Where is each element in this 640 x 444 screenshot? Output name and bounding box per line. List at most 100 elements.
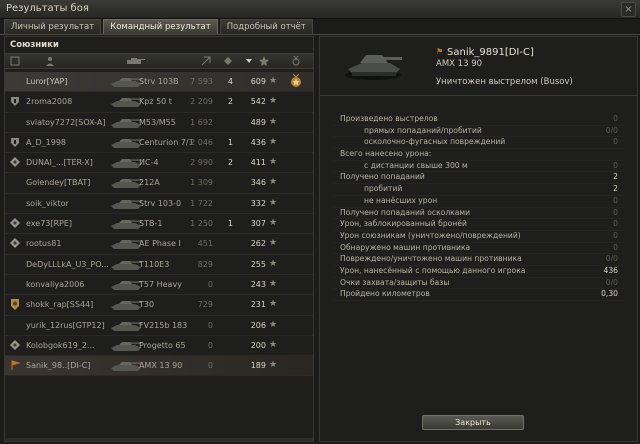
player-row[interactable]: Kolobgok619_2... Progetto 65 0 200 ★ bbox=[5, 336, 313, 357]
stat-label: Повреждено/уничтожено машин противника bbox=[340, 254, 522, 264]
stats-table: Произведено выстрелов 0 прямых попаданий/п… bbox=[334, 114, 624, 301]
damage-column-icon[interactable] bbox=[201, 56, 211, 66]
player-name: shokk_rap[SS44] bbox=[26, 300, 94, 310]
kills-column-icon[interactable] bbox=[223, 56, 233, 66]
stat-value: 0,30 bbox=[601, 289, 618, 299]
clan-emblem-icon bbox=[10, 339, 20, 350]
damage-value: 1 250 bbox=[190, 219, 213, 229]
kills-value: 2 bbox=[227, 97, 233, 107]
player-row[interactable]: DUNAI_...[TER-X] ИС-4 2 990 2 411 ★ bbox=[5, 153, 313, 174]
xp-value: 332 bbox=[250, 198, 266, 208]
xp-value: 542 bbox=[250, 97, 266, 107]
stat-label: Урон, нанесённый с помощью данного игрок… bbox=[340, 265, 526, 275]
star-icon: ★ bbox=[269, 76, 278, 86]
stat-row: Очки захвата/защиты базы 0/0 bbox=[334, 278, 624, 290]
stat-value: 436 bbox=[603, 265, 619, 275]
star-icon: ★ bbox=[269, 177, 278, 188]
star-icon: ★ bbox=[269, 360, 278, 371]
medal-icon[interactable] bbox=[289, 74, 303, 88]
medal-column-icon[interactable] bbox=[291, 56, 301, 66]
player-row[interactable]: Luror[YAP] Strv 103B 7 593 4 609 ★ bbox=[5, 72, 313, 93]
xp-value: 231 bbox=[250, 300, 266, 310]
player-row[interactable]: Sanik_98..[DI-C] AMX 13 90 0 189 ★ bbox=[5, 356, 313, 377]
stat-row: с дистанции свыше 300 м 0 bbox=[334, 161, 624, 173]
tab-2[interactable]: Подробный отчёт bbox=[219, 19, 313, 34]
stat-value: 0 bbox=[613, 195, 618, 205]
player-row[interactable]: 2roma2008 Kpz 50 t2 209 2 542 ★ bbox=[5, 92, 313, 113]
damage-value: 2 046 bbox=[190, 137, 213, 147]
tab-1[interactable]: Командный результат bbox=[103, 19, 218, 34]
stat-label: Получено попаданий осколками bbox=[340, 207, 471, 217]
tank-icon bbox=[111, 220, 142, 230]
stat-row: прямых попаданий/пробитий 0/0 bbox=[334, 126, 624, 138]
star-icon: ★ bbox=[269, 218, 278, 229]
player-row[interactable]: konvaliya2006 T57 Heavy 0 243 ★ bbox=[5, 275, 313, 296]
tank-icon bbox=[111, 260, 142, 270]
star-icon: ★ bbox=[269, 339, 278, 350]
nation-flag-icon bbox=[11, 360, 20, 371]
stat-row: Всего нанесено урона: bbox=[334, 149, 624, 161]
tank-icon bbox=[111, 301, 142, 311]
stat-value: 2 bbox=[613, 184, 618, 194]
stat-value: 0 bbox=[613, 137, 618, 147]
team-title: Союзники bbox=[10, 40, 59, 50]
stat-label: не нанёсших урон bbox=[364, 195, 438, 205]
player-row[interactable]: sviatoy7272[SOX-A] M53/M55 1 692 489 ★ bbox=[5, 113, 313, 133]
scrollbar-track[interactable] bbox=[5, 438, 313, 441]
tank-column-icon[interactable] bbox=[125, 56, 145, 66]
player-row[interactable]: Golendey[TBAT] 212A 1 309 346 ★ bbox=[5, 173, 313, 194]
squad-column-icon[interactable] bbox=[10, 56, 20, 66]
damage-value: 829 bbox=[197, 259, 213, 269]
xp-column-icon[interactable] bbox=[259, 56, 269, 66]
stat-label: Очки захвата/защиты базы bbox=[340, 277, 450, 287]
tank-icon bbox=[111, 240, 142, 250]
tab-divider bbox=[0, 34, 640, 35]
player-name: DeDyLLLkA_U3_PO... bbox=[26, 259, 109, 269]
player-row[interactable]: exe73[RPE] STB-1 1 250 1 307 ★ bbox=[5, 214, 313, 235]
window-close-icon[interactable]: × bbox=[621, 2, 636, 17]
tab-0[interactable]: Личный результат bbox=[4, 19, 102, 34]
player-row[interactable]: yurik_12rus[GTP12] FV215b 183 0 206 ★ bbox=[5, 316, 313, 336]
tank-icon bbox=[111, 199, 142, 209]
star-icon: ★ bbox=[269, 136, 278, 147]
player-column-icon[interactable] bbox=[45, 56, 55, 66]
team-panel: Союзники Luror[YAP] Strv 103B 7 593 4 609 ★ 2r… bbox=[4, 36, 314, 442]
stat-label: Всего нанесено урона: bbox=[340, 149, 432, 159]
player-row[interactable]: A_D_1998 Centurion 7/1 2 046 1 436 ★ bbox=[5, 133, 313, 154]
stat-row: Урон, заблокированный бронёй 0 bbox=[334, 219, 624, 231]
xp-value: 489 bbox=[250, 117, 266, 127]
xp-value: 262 bbox=[250, 239, 266, 249]
player-row[interactable]: DeDyLLLkA_U3_PO... T110E3 829 255 ★ bbox=[5, 255, 313, 275]
clan-emblem-icon bbox=[11, 299, 19, 311]
tank-icon bbox=[111, 78, 142, 87]
xp-value: 609 bbox=[250, 77, 266, 86]
damage-value: 0 bbox=[207, 340, 213, 350]
close-button[interactable]: Закрыть bbox=[422, 415, 524, 430]
sort-arrow-icon[interactable] bbox=[244, 56, 254, 66]
player-name: yurik_12rus[GTP12] bbox=[26, 320, 105, 330]
damage-value: 7 593 bbox=[190, 77, 213, 86]
player-row[interactable]: rootus81 AE Phase I 451 262 ★ bbox=[5, 234, 313, 255]
stat-value: 0/0 bbox=[605, 254, 618, 264]
player-name: 2roma2008 bbox=[26, 97, 73, 107]
stat-label: пробитий bbox=[364, 184, 403, 194]
stat-label: Получено попаданий bbox=[340, 172, 425, 182]
kills-value: 4 bbox=[227, 77, 233, 86]
player-row[interactable]: shokk_rap[SS44] T30 729 231 ★ bbox=[5, 295, 313, 316]
tank-icon bbox=[111, 159, 142, 169]
tab-bar: Личный результат Командный результат Подро… bbox=[4, 19, 315, 34]
damage-value: 1 692 bbox=[190, 117, 213, 127]
tank-icon bbox=[111, 179, 142, 189]
stat-row: Получено попаданий 2 bbox=[334, 172, 624, 185]
player-row[interactable]: soik_viktor Strv 103-0 1 722 332 ★ bbox=[5, 194, 313, 215]
stat-label: Произведено выстрелов bbox=[340, 114, 438, 123]
stat-label: Урон союзникам (уничтожено/повреждений) bbox=[340, 230, 521, 240]
tank-icon bbox=[111, 118, 142, 128]
player-name: soik_viktor bbox=[26, 198, 69, 208]
detail-divider bbox=[320, 95, 637, 96]
stat-row: Произведено выстрелов 0 bbox=[334, 114, 624, 126]
stat-value: 0 bbox=[613, 219, 618, 229]
player-name: Kolobgok619_2... bbox=[26, 340, 95, 350]
stat-label: Обнаружено машин противника bbox=[340, 242, 471, 252]
damage-value: 1 309 bbox=[190, 178, 213, 188]
